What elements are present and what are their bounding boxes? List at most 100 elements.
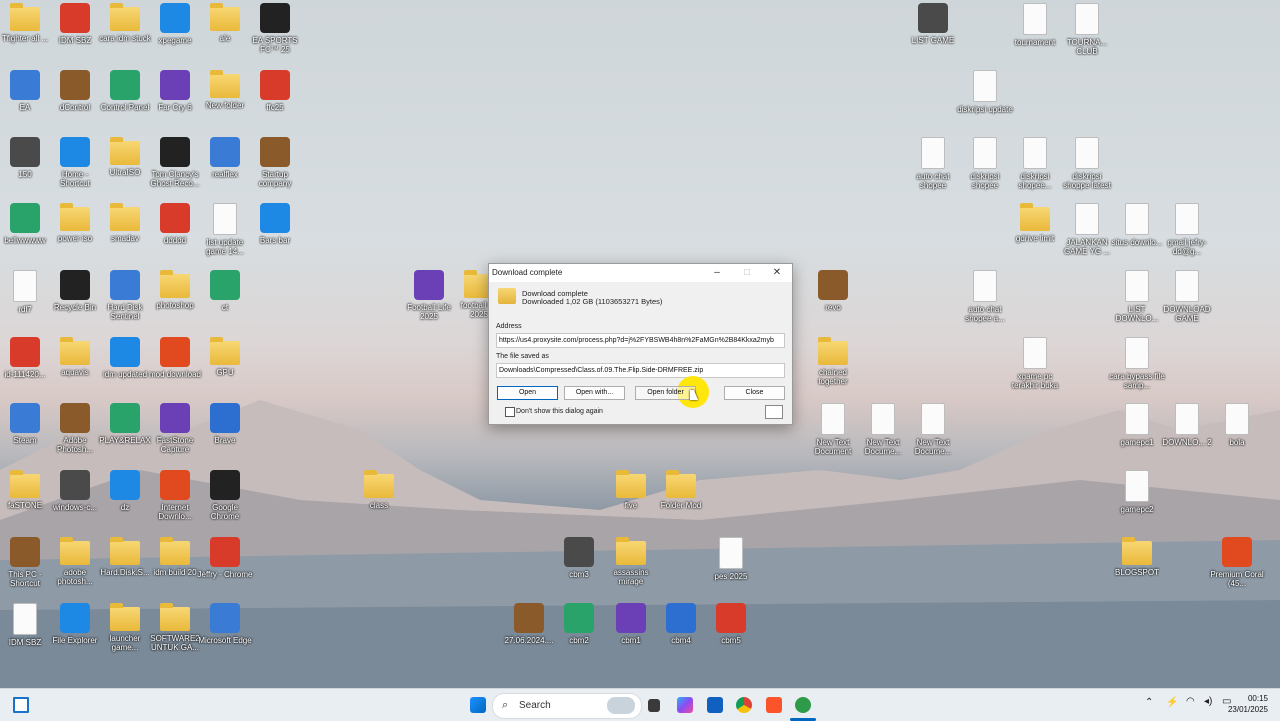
desktop-icon[interactable]: IDM SBZ [0, 603, 53, 647]
desktop-icon[interactable]: gamepc2 [1109, 470, 1165, 514]
desktop-icon[interactable]: five [603, 470, 659, 510]
close-icon[interactable]: ✕ [762, 264, 792, 282]
desktop-icon[interactable]: New Text Docume... [905, 403, 961, 456]
desktop-icon[interactable]: cbm3 [551, 537, 607, 579]
copilot-icon[interactable] [677, 697, 693, 713]
desktop-icon[interactable]: Control Panel [97, 70, 153, 112]
desktop-icon[interactable]: IDM SBZ [47, 3, 103, 45]
desktop-icon[interactable]: bellwwwww [0, 203, 53, 245]
desktop-icon[interactable]: windows-c... [47, 470, 103, 512]
desktop-icon[interactable]: EA [0, 70, 53, 112]
desktop-icon[interactable]: id-111420... [0, 337, 53, 379]
network-icon[interactable]: ⚡ [1166, 697, 1178, 708]
desktop-icon[interactable]: diskripsi shopee [957, 137, 1013, 190]
open-folder-button[interactable]: Open folder [635, 386, 696, 400]
desktop-icon[interactable]: list update game 14... [197, 203, 253, 256]
desktop-icon[interactable]: TOURNA... CLUB [1059, 3, 1115, 56]
desktop-icon[interactable]: situs downlo... [1109, 203, 1165, 247]
desktop-icon[interactable]: cara idm stuck [97, 3, 153, 43]
desktop-icon[interactable]: cbm5 [703, 603, 759, 645]
saved-path-field[interactable]: Downloads\Compressed\Class.of.09.The.Fli… [496, 363, 785, 378]
desktop-icon[interactable]: tournament [1007, 3, 1063, 47]
chevron-up-icon[interactable]: ⌃ [1145, 697, 1153, 708]
desktop-icon[interactable]: launcher game... [97, 603, 153, 652]
desktop-icon[interactable]: mod download [147, 337, 203, 379]
idm-settings-icon[interactable] [765, 405, 783, 419]
desktop-icon[interactable]: revo [805, 270, 861, 312]
desktop-icon[interactable]: gmail jefry-dd@g... [1159, 203, 1215, 256]
search-input[interactable]: ⌕ Search [492, 693, 642, 719]
open-button[interactable]: Open [497, 386, 558, 400]
desktop-icon[interactable]: Folder Mod [653, 470, 709, 510]
desktop-icon[interactable]: Jeffry - Chrome [197, 537, 253, 579]
desktop-icon[interactable]: SOFTWARE2 UNTUK GA... [147, 603, 203, 652]
desktop-icon[interactable]: cbm1 [603, 603, 659, 645]
desktop-icon[interactable]: Home - Shortcut [47, 137, 103, 188]
desktop-icon[interactable]: auto chat shopee a... [957, 270, 1013, 323]
desktop-icon[interactable]: DOWNLOAD GAME [1159, 270, 1215, 323]
desktop-icon[interactable]: Brave [197, 403, 253, 445]
desktop-icon[interactable]: class [351, 470, 407, 510]
microsoft-store-icon[interactable] [707, 697, 723, 713]
desktop-icon[interactable]: PLAY&RELAX [97, 403, 153, 445]
desktop-icon[interactable]: pes 2025 [703, 537, 759, 581]
desktop-icon[interactable]: xgame pc terakhir buka [1007, 337, 1063, 390]
desktop-icon[interactable]: New Text Docume... [855, 403, 911, 456]
widgets-icon[interactable] [13, 697, 29, 713]
desktop-icon[interactable]: Hard Disk Sentinel [97, 270, 153, 321]
desktop-icon[interactable]: realflex [197, 137, 253, 179]
chrome-icon[interactable] [736, 697, 752, 713]
desktop-icon[interactable]: DOWNLO... 2 [1159, 403, 1215, 447]
desktop-icon[interactable]: LIST DOWNLO... [1109, 270, 1165, 323]
address-field[interactable]: https://us4.proxysite.com/process.php?d=… [496, 333, 785, 348]
desktop-icon[interactable]: File Explorer [47, 603, 103, 645]
volume-icon[interactable]: ◂) [1204, 696, 1212, 707]
desktop-icon[interactable]: rdl7 [0, 270, 53, 314]
desktop-icon[interactable]: 150 [0, 137, 53, 179]
minimize-icon[interactable]: – [702, 264, 732, 282]
desktop-icon[interactable]: GPU [197, 337, 253, 377]
desktop-icon[interactable]: Far Cry 6 [147, 70, 203, 112]
desktop-icon[interactable]: diskripsi update [957, 70, 1013, 114]
desktop-icon[interactable]: adobe photosh... [47, 537, 103, 586]
desktop-icon[interactable]: Hard.Disk.S... [97, 537, 153, 577]
desktop-icon[interactable]: assassins mirage [603, 537, 659, 586]
desktop-icon[interactable]: faSTONE [0, 470, 53, 510]
brave-icon[interactable] [766, 697, 782, 713]
desktop-icon[interactable]: UltraISO [97, 137, 153, 177]
desktop-icon[interactable]: dControl [47, 70, 103, 112]
desktop-icon[interactable]: Adobe Photosh... [47, 403, 103, 454]
desktop-icon[interactable]: Internet Downlo... [147, 470, 203, 521]
desktop-icon[interactable]: bola [1209, 403, 1265, 447]
desktop-icon[interactable]: idm build 20 [147, 537, 203, 577]
desktop-icon[interactable]: EA SPORTS FC™ 25 [247, 3, 303, 54]
desktop-icon[interactable]: Recycle Bin [47, 270, 103, 312]
desktop-icon[interactable]: smadav [97, 203, 153, 243]
open-with-button[interactable]: Open with... [564, 386, 625, 400]
desktop-icon[interactable]: Tfighter all ... [0, 3, 53, 43]
desktop-icon[interactable]: xpegame [147, 3, 203, 45]
desktop-icon[interactable]: Premium Coral (45... [1209, 537, 1265, 588]
desktop-icon[interactable]: ddddd [147, 203, 203, 245]
desktop-icon[interactable]: diskripsi shopee... [1007, 137, 1063, 190]
desktop-icon[interactable]: New folder [197, 70, 253, 110]
desktop-icon[interactable]: gamepc1 [1109, 403, 1165, 447]
desktop-icon[interactable]: auto chat shopee [905, 137, 961, 190]
desktop-icon[interactable]: JALANKAN GAME YG ... [1059, 203, 1115, 256]
desktop-icon[interactable]: chained together [805, 337, 861, 386]
desktop-icon[interactable]: Microsoft Edge [197, 603, 253, 645]
desktop-icon[interactable]: Tom Clancy's Ghost Reco... [147, 137, 203, 188]
desktop-icon[interactable]: photoshop [147, 270, 203, 310]
desktop-icon[interactable]: Football Life 2025 [401, 270, 457, 321]
desktop-icon[interactable]: This PC - Shortcut [0, 537, 53, 588]
desktop-icon[interactable]: power iso [47, 203, 103, 243]
wifi-icon[interactable]: ◠ [1186, 696, 1195, 707]
desktop-icon[interactable]: dz [97, 470, 153, 512]
desktop-icon[interactable]: Google Chrome [197, 470, 253, 521]
desktop-icon[interactable]: FastStone Capture [147, 403, 203, 454]
task-view-icon[interactable] [648, 699, 660, 712]
desktop-icon[interactable]: gdrive limit [1007, 203, 1063, 243]
clock[interactable]: 00:15 23/01/2025 [1228, 693, 1268, 715]
close-button[interactable]: Close [724, 386, 785, 400]
desktop-icon[interactable]: LIST GAME [905, 3, 961, 45]
